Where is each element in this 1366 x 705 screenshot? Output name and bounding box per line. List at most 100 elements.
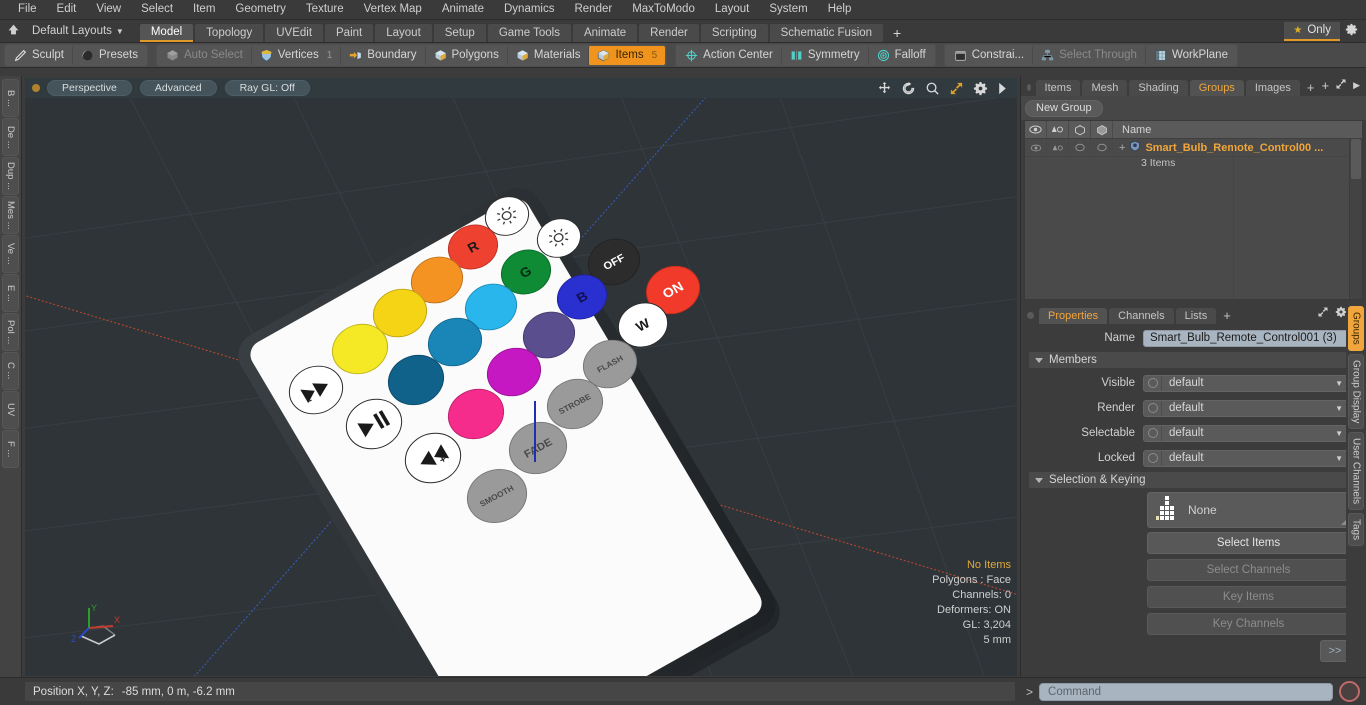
tool-sculpt[interactable]: Sculpt bbox=[6, 46, 72, 65]
remote-button-20[interactable]: - bbox=[286, 365, 346, 415]
menu-item-help[interactable]: Help bbox=[818, 0, 862, 19]
viewport-3d-scene[interactable]: R G OFF B ON W FLASH STROBE FADE - + SMOOTH No Item… bbox=[25, 98, 1017, 676]
menu-item-geometry[interactable]: Geometry bbox=[225, 0, 296, 19]
menu-item-edit[interactable]: Edit bbox=[47, 0, 87, 19]
viewport-projection-button[interactable]: Perspective bbox=[47, 80, 132, 96]
tool-select-through[interactable]: Select Through bbox=[1032, 45, 1145, 65]
properties-tab-channels[interactable]: Channels bbox=[1109, 308, 1174, 324]
group-row-name-cell[interactable]: + Smart_Bulb_Remote_Control00 ... bbox=[1113, 140, 1323, 155]
property-override-radio[interactable] bbox=[1144, 450, 1162, 466]
button-select-channels[interactable]: Select Channels bbox=[1147, 559, 1350, 581]
expander-icon[interactable]: + bbox=[1119, 142, 1125, 154]
gear-icon[interactable] bbox=[973, 81, 988, 96]
tab-animate[interactable]: Animate bbox=[572, 24, 638, 42]
property-dropdown-selectable[interactable]: default ▼ bbox=[1143, 424, 1350, 442]
tab-render[interactable]: Render bbox=[639, 24, 699, 42]
left-tool-5[interactable]: E ... bbox=[2, 274, 19, 312]
property-dropdown-locked[interactable]: default ▼ bbox=[1143, 449, 1350, 467]
remote-button-14[interactable] bbox=[484, 347, 544, 397]
button-select-items[interactable]: Select Items bbox=[1147, 532, 1350, 554]
panel-menu-dot[interactable] bbox=[1027, 84, 1031, 91]
tab-setup[interactable]: Setup bbox=[433, 24, 486, 42]
name-input[interactable]: Smart_Bulb_Remote_Control001 (3) bbox=[1143, 329, 1350, 347]
record-icon[interactable] bbox=[1339, 681, 1360, 702]
menu-item-system[interactable]: System bbox=[759, 0, 817, 19]
tool-boundary[interactable]: Boundary bbox=[340, 45, 424, 65]
menu-item-render[interactable]: Render bbox=[564, 0, 622, 19]
tool-workplane[interactable]: WorkPlane bbox=[1144, 45, 1236, 65]
tool-auto-select[interactable]: Auto Select bbox=[158, 46, 251, 65]
tab-uvedit[interactable]: UVEdit bbox=[265, 24, 324, 42]
properties-tab-add[interactable]: + bbox=[1218, 308, 1236, 324]
properties-menu-dot[interactable] bbox=[1027, 312, 1034, 319]
tab-paint[interactable]: Paint bbox=[325, 24, 374, 42]
remote-button-23[interactable]: SMOOTH bbox=[464, 469, 530, 523]
left-tool-9[interactable]: F ... bbox=[2, 430, 19, 468]
add-tab-icon[interactable]: + bbox=[1321, 78, 1329, 93]
remote-button-15[interactable]: STROBE bbox=[544, 378, 606, 430]
expand-icon[interactable] bbox=[1317, 306, 1329, 321]
panel-tab-items[interactable]: Items bbox=[1035, 80, 1081, 96]
panel-tab-images[interactable]: Images bbox=[1245, 80, 1300, 96]
remote-button-16[interactable] bbox=[329, 323, 391, 375]
panel-tab-groups[interactable]: Groups bbox=[1189, 80, 1244, 96]
panel-tab-add[interactable]: + bbox=[1302, 80, 1320, 96]
vtab-groups[interactable]: Groups bbox=[1348, 306, 1364, 351]
only-toggle-button[interactable]: ★ Only bbox=[1284, 21, 1340, 41]
tab-schematic-fusion[interactable]: Schematic Fusion bbox=[769, 24, 884, 42]
properties-tab-properties[interactable]: Properties bbox=[1039, 308, 1108, 324]
left-tool-8[interactable]: UV bbox=[2, 391, 19, 429]
play-icon[interactable] bbox=[997, 81, 1007, 96]
panel-tab-mesh[interactable]: Mesh ... bbox=[1082, 80, 1128, 110]
remote-button-19[interactable]: FADE bbox=[506, 421, 570, 475]
fit-icon[interactable] bbox=[949, 81, 964, 96]
left-tool-2[interactable]: Dup ... bbox=[2, 157, 19, 195]
groups-list-body[interactable]: + Smart_Bulb_Remote_Control00 ... 3 Item… bbox=[1025, 139, 1362, 299]
menu-item-animate[interactable]: Animate bbox=[432, 0, 494, 19]
tool-presets[interactable]: Presets bbox=[71, 45, 146, 65]
tool-action-center[interactable]: Action Center bbox=[677, 46, 781, 65]
move-icon[interactable] bbox=[877, 81, 892, 96]
menu-item-dynamics[interactable]: Dynamics bbox=[494, 0, 564, 19]
remote-button-21[interactable] bbox=[343, 398, 405, 450]
vtab-user-channels[interactable]: User Channels bbox=[1348, 432, 1364, 511]
scrollbar-thumb[interactable] bbox=[1351, 139, 1361, 179]
render-icon[interactable] bbox=[1047, 121, 1069, 138]
property-override-radio[interactable] bbox=[1144, 425, 1162, 441]
vtab-group-display[interactable]: Group Display bbox=[1348, 353, 1364, 430]
button-key-items[interactable]: Key Items bbox=[1147, 586, 1350, 608]
command-input[interactable]: Command bbox=[1039, 682, 1333, 701]
tab-layout[interactable]: Layout bbox=[375, 24, 432, 42]
rotate-icon[interactable] bbox=[901, 81, 916, 96]
row-render-icon[interactable] bbox=[1047, 139, 1069, 156]
remote-button-17[interactable] bbox=[385, 354, 447, 406]
remote-button-22[interactable]: + bbox=[402, 432, 464, 484]
menu-item-maxtomodo[interactable]: MaxToModo bbox=[622, 0, 705, 19]
selection-keying-section-header[interactable]: Selection & Keying bbox=[1029, 472, 1350, 488]
home-icon[interactable] bbox=[0, 23, 26, 39]
property-override-radio[interactable] bbox=[1144, 375, 1162, 391]
viewport-menu-dot[interactable] bbox=[32, 84, 40, 92]
left-tool-4[interactable]: Ve ... bbox=[2, 235, 19, 273]
left-tool-3[interactable]: Mes ... bbox=[2, 196, 19, 234]
tool-symmetry[interactable]: Symmetry bbox=[780, 45, 868, 65]
tab-game-tools[interactable]: Game Tools bbox=[487, 24, 571, 42]
remote-button-5[interactable]: B bbox=[554, 274, 610, 320]
property-dropdown-render[interactable]: default ▼ bbox=[1143, 399, 1350, 417]
tab-model[interactable]: Model bbox=[139, 24, 194, 42]
row-eye-icon[interactable] bbox=[1025, 139, 1047, 156]
tab-topology[interactable]: Topology bbox=[195, 24, 264, 42]
tool-falloff[interactable]: Falloff bbox=[867, 45, 934, 65]
expand-icon[interactable] bbox=[1335, 78, 1347, 93]
row-shade-toggle[interactable] bbox=[1091, 139, 1113, 156]
left-tool-1[interactable]: De ... bbox=[2, 118, 19, 156]
selection-set-picker[interactable]: None bbox=[1147, 492, 1350, 528]
eye-icon[interactable] bbox=[1025, 121, 1047, 138]
tab-scripting[interactable]: Scripting bbox=[700, 24, 768, 42]
tool-items[interactable]: Items 5 bbox=[588, 45, 666, 65]
menu-item-file[interactable]: File bbox=[8, 0, 47, 19]
members-section-header[interactable]: Members bbox=[1029, 352, 1350, 368]
property-override-radio[interactable] bbox=[1144, 400, 1162, 416]
layout-name-label[interactable]: Default Layouts bbox=[26, 25, 118, 37]
menu-item-vertex-map[interactable]: Vertex Map bbox=[354, 0, 432, 19]
